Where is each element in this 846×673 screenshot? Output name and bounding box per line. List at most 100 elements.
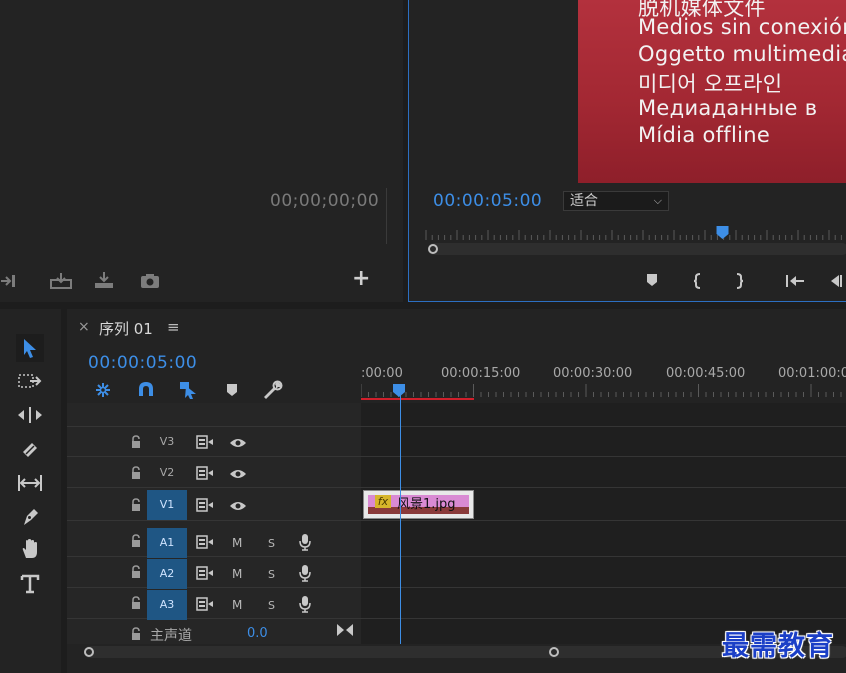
panel-menu-icon[interactable]: ≡ xyxy=(167,318,180,336)
snap-magnet-icon[interactable] xyxy=(135,380,157,400)
sequence-tab-title[interactable]: 序列 01 xyxy=(99,318,153,339)
eye-icon[interactable] xyxy=(229,468,247,480)
program-timecode[interactable]: 00:00:05:00 xyxy=(433,191,542,211)
mute-button[interactable]: M xyxy=(232,567,242,581)
close-tab-button[interactable]: × xyxy=(78,319,90,335)
lock-icon[interactable] xyxy=(130,565,142,579)
track-name-v1[interactable]: V1 xyxy=(147,490,187,520)
lock-icon[interactable] xyxy=(130,534,142,548)
go-to-in-icon[interactable] xyxy=(785,273,805,289)
sync-lock-icon[interactable] xyxy=(196,498,214,512)
chevron-down-icon: ⌵ xyxy=(653,194,662,207)
timeline-marker-icon[interactable] xyxy=(221,380,243,400)
ruler-ticks xyxy=(361,384,842,400)
track-name-v2[interactable]: V2 xyxy=(147,458,187,488)
source-timecode[interactable]: 00;00;00;00 xyxy=(270,191,379,211)
wrench-icon[interactable] xyxy=(262,380,284,400)
step-back-icon[interactable] xyxy=(830,273,846,289)
media-offline-frame: 脱机媒体文件 Medios sin conexión Oggetto multi… xyxy=(578,0,846,183)
fx-badge: fx xyxy=(375,495,391,508)
mark-out-icon[interactable] xyxy=(733,273,745,289)
solo-button[interactable]: S xyxy=(268,599,275,612)
type-tool[interactable] xyxy=(16,570,44,598)
offline-line-ru: Медиаданные в xyxy=(638,96,818,120)
ruler-label: 00:01:00:00 xyxy=(778,366,846,381)
microphone-icon[interactable] xyxy=(299,564,311,582)
lock-icon[interactable] xyxy=(130,627,142,641)
hand-tool[interactable] xyxy=(16,535,44,563)
track-name-v3[interactable]: V3 xyxy=(147,427,187,457)
program-scroll-handle[interactable] xyxy=(428,244,438,254)
timeline-timecode[interactable]: 00:00:05:00 xyxy=(88,353,197,373)
razor-icon xyxy=(23,443,37,457)
sync-lock-icon[interactable] xyxy=(196,597,214,611)
overwrite-icon[interactable] xyxy=(49,271,73,291)
timeline-time-ruler[interactable]: :00:00 00:00:15:00 00:00:30:00 00:00:45:… xyxy=(361,358,846,402)
track-name-a2[interactable]: A2 xyxy=(147,559,187,589)
offline-line-ko: 미디어 오프라인 xyxy=(638,72,783,96)
eye-icon[interactable] xyxy=(229,437,247,449)
add-button[interactable]: + xyxy=(352,268,370,290)
offline-line-pt: Mídia offline xyxy=(638,123,771,147)
ripple-edit-tool[interactable] xyxy=(16,401,44,429)
razor-tool[interactable] xyxy=(16,436,44,464)
pen-icon xyxy=(24,509,38,525)
fit-zoom-value: 适合 xyxy=(570,193,598,209)
offline-line-es: Medios sin conexión xyxy=(638,15,846,39)
program-time-ruler[interactable] xyxy=(424,224,846,242)
eye-icon[interactable] xyxy=(229,500,247,512)
sync-lock-icon[interactable] xyxy=(196,566,214,580)
timeline-scroll-handle-left[interactable] xyxy=(84,647,94,657)
track-select-tool[interactable] xyxy=(16,368,44,396)
slip-tool[interactable] xyxy=(16,469,44,497)
pen-tool[interactable] xyxy=(16,503,44,531)
linked-selection-icon[interactable] xyxy=(177,380,199,400)
export-frame-icon[interactable] xyxy=(92,271,116,291)
nest-icon[interactable] xyxy=(92,380,114,400)
mute-button[interactable]: M xyxy=(232,536,242,550)
slip-icon xyxy=(18,475,42,491)
mute-button[interactable]: M xyxy=(232,598,242,612)
selection-icon xyxy=(24,339,36,358)
camera-icon[interactable] xyxy=(138,271,162,291)
ruler-label: 00:00:30:00 xyxy=(553,366,633,381)
watermark-logo: 最需教育 xyxy=(722,631,834,662)
program-playhead-marker xyxy=(716,226,729,239)
mark-in-icon[interactable] xyxy=(692,273,704,289)
solo-button[interactable]: S xyxy=(268,537,275,550)
selection-tool[interactable] xyxy=(16,334,44,362)
program-scrollbar[interactable] xyxy=(428,243,846,255)
lock-icon[interactable] xyxy=(130,498,142,512)
master-track-label: 主声道 xyxy=(150,628,192,644)
source-monitor-panel xyxy=(0,0,403,302)
sync-lock-icon[interactable] xyxy=(196,535,214,549)
lock-icon[interactable] xyxy=(130,435,142,449)
track-name-a1[interactable]: A1 xyxy=(147,528,187,558)
microphone-icon[interactable] xyxy=(299,595,311,613)
go-to-edit-point-icon[interactable] xyxy=(336,623,354,637)
hand-icon xyxy=(22,539,37,558)
add-marker-icon[interactable] xyxy=(645,273,659,287)
track-name-a3[interactable]: A3 xyxy=(147,590,187,620)
insert-icon[interactable] xyxy=(0,271,18,291)
ruler-label: 00:00:15:00 xyxy=(441,366,521,381)
sync-lock-icon[interactable] xyxy=(196,435,214,449)
source-divider xyxy=(386,188,387,244)
clip-item[interactable]: fx 风景1.jpg xyxy=(363,490,474,519)
timeline-playhead-marker xyxy=(393,384,405,397)
solo-button[interactable]: S xyxy=(268,568,275,581)
lock-icon[interactable] xyxy=(130,596,142,610)
type-icon xyxy=(20,574,40,594)
timeline-scroll-handle-right[interactable] xyxy=(549,647,559,657)
work-area-bar xyxy=(361,398,474,400)
sync-lock-icon[interactable] xyxy=(196,466,214,480)
timeline-playhead-line[interactable] xyxy=(400,392,401,644)
lock-icon[interactable] xyxy=(130,466,142,480)
master-volume-value[interactable]: 0.0 xyxy=(247,626,268,641)
ripple-edit-icon xyxy=(18,407,42,423)
track-spacer-row xyxy=(67,403,846,427)
fit-zoom-select[interactable]: 适合 ⌵ xyxy=(563,191,669,211)
ruler-label: :00:00 xyxy=(361,366,403,381)
track-select-icon xyxy=(18,374,42,388)
microphone-icon[interactable] xyxy=(299,533,311,551)
